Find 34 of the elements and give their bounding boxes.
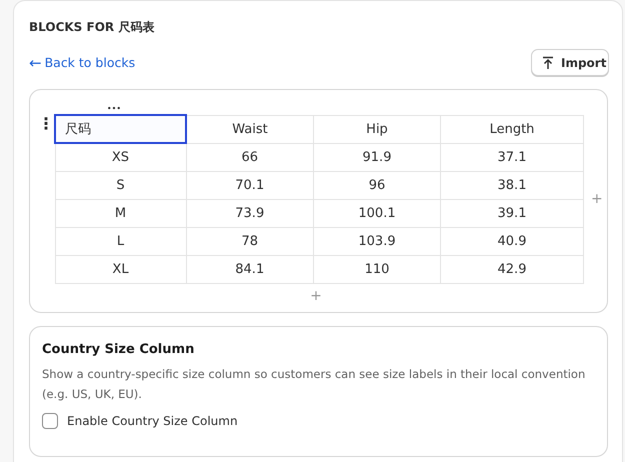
panel-title: BLOCKS FOR 尺码表 xyxy=(29,19,156,35)
table-cell[interactable]: 84.1 xyxy=(186,255,314,283)
header-cell[interactable]: Length xyxy=(440,115,584,143)
table-cell[interactable]: XS xyxy=(55,143,186,171)
table-cell[interactable]: 40.9 xyxy=(440,227,584,255)
import-button[interactable]: Import xyxy=(531,49,609,76)
row-menu-icon[interactable]: ⋮ xyxy=(38,115,46,133)
back-link[interactable]: ← Back to blocks xyxy=(29,54,136,72)
header-cell[interactable]: 尺码 xyxy=(55,115,186,143)
header-cell[interactable]: Waist xyxy=(186,115,314,143)
table-cell[interactable]: 96 xyxy=(314,171,440,199)
table-cell[interactable]: 91.9 xyxy=(314,143,440,171)
table-cell[interactable]: 38.1 xyxy=(440,171,584,199)
table-cell[interactable]: 37.1 xyxy=(440,143,584,171)
table-cell[interactable]: 70.1 xyxy=(186,171,314,199)
upload-icon xyxy=(541,56,555,70)
table-cell[interactable]: L xyxy=(55,227,186,255)
table-cell[interactable]: M xyxy=(55,199,186,227)
table-cell[interactable]: 39.1 xyxy=(440,199,584,227)
table-cell[interactable]: 103.9 xyxy=(314,227,440,255)
card-description: Show a country-specific size column so customers can see size labels in their local convention (e.g. US, UK, EU). xyxy=(42,366,586,403)
table-cell[interactable]: 73.9 xyxy=(186,199,314,227)
header-cell[interactable]: Hip xyxy=(314,115,440,143)
table-cell[interactable]: S xyxy=(55,171,186,199)
table-cell[interactable]: 78 xyxy=(186,227,314,255)
table-cell[interactable]: XL xyxy=(55,255,186,283)
table-cell[interactable]: 66 xyxy=(186,143,314,171)
table-cell[interactable]: 100.1 xyxy=(314,199,440,227)
checkbox[interactable] xyxy=(42,413,58,429)
table-cell[interactable]: 110 xyxy=(314,255,440,283)
column-menu-icon[interactable]: ••• xyxy=(103,104,125,114)
table-cell[interactable]: 42.9 xyxy=(440,255,584,283)
card-title: Country Size Column xyxy=(42,342,196,357)
checkbox-label: Enable Country Size Column xyxy=(67,414,238,428)
